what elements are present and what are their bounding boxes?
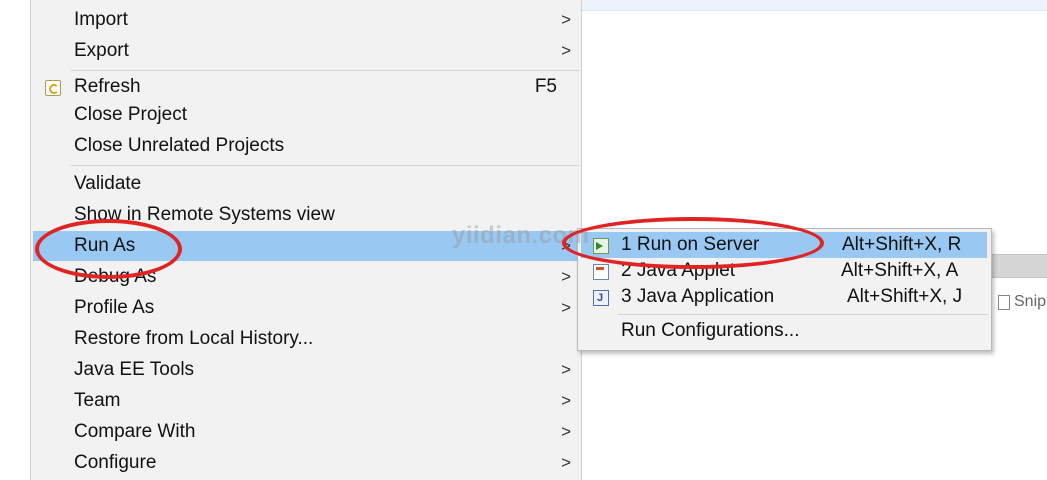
annotation-circle-run-on-server xyxy=(562,217,824,269)
chevron-right-icon: > xyxy=(561,298,571,317)
menu-item-label: Validate xyxy=(74,173,142,194)
chevron-right-icon: > xyxy=(561,267,571,286)
menu-item-shortcut: F5 xyxy=(534,76,557,97)
menu-item-label: Refresh xyxy=(74,76,141,97)
submenu-item-shortcut: Alt+Shift+X, R xyxy=(842,234,962,255)
chevron-right-icon: > xyxy=(561,360,571,379)
menu-item-label: Configure xyxy=(74,452,157,473)
java-application-icon xyxy=(593,285,609,311)
menu-item-compare-with[interactable]: Compare With > xyxy=(31,417,581,447)
refresh-icon xyxy=(45,80,61,96)
menu-item-export[interactable]: Export > xyxy=(31,36,581,66)
menu-item-label: Close Unrelated Projects xyxy=(74,135,285,156)
menu-item-label: Export xyxy=(74,40,129,61)
java-applet-icon xyxy=(593,264,609,280)
snippets-tab-label: Snip xyxy=(1014,293,1047,310)
submenu-item-run-configurations[interactable]: Run Configurations... xyxy=(578,318,991,344)
menu-separator xyxy=(71,165,579,166)
menu-item-label: Import xyxy=(74,9,128,30)
menu-item-label: Compare With xyxy=(74,421,196,442)
menu-item-label: Java EE Tools xyxy=(74,359,195,380)
menu-item-label: Close Project xyxy=(74,104,187,125)
menu-separator xyxy=(71,70,579,71)
submenu-item-shortcut: Alt+Shift+X, J xyxy=(847,286,963,307)
annotation-circle-run-as xyxy=(35,219,182,279)
menu-item-configure[interactable]: Configure > xyxy=(31,448,581,478)
menu-item-close-unrelated-projects[interactable]: Close Unrelated Projects xyxy=(31,131,581,161)
editor-header-strip xyxy=(580,0,1047,11)
chevron-right-icon: > xyxy=(561,391,571,410)
menu-item-team[interactable]: Team > xyxy=(31,386,581,416)
menu-item-validate[interactable]: Validate xyxy=(31,169,581,199)
chevron-right-icon: > xyxy=(561,453,571,472)
menu-item-label: Profile As xyxy=(74,297,155,318)
submenu-separator xyxy=(618,314,988,315)
menu-item-label: Restore from Local History... xyxy=(74,328,314,349)
submenu-item-label: Run Configurations... xyxy=(621,320,800,341)
chevron-right-icon: > xyxy=(561,10,571,29)
chevron-right-icon: > xyxy=(561,422,571,441)
view-toolbar-strip xyxy=(990,254,1047,278)
menu-item-profile-as[interactable]: Profile As > xyxy=(31,293,581,323)
document-icon xyxy=(998,294,1010,310)
submenu-item-shortcut: Alt+Shift+X, A xyxy=(841,260,959,281)
snippets-tab[interactable]: Snip xyxy=(998,293,1046,311)
submenu-item-java-application[interactable]: 3 Java Application Alt+Shift+X, J xyxy=(578,284,991,311)
menu-item-java-ee-tools[interactable]: Java EE Tools > xyxy=(31,355,581,385)
menu-item-label: Team xyxy=(74,390,121,411)
chevron-right-icon: > xyxy=(561,41,571,60)
menu-item-import[interactable]: Import > xyxy=(31,5,581,35)
submenu-item-label: 3 Java Application xyxy=(621,286,775,307)
menu-item-refresh[interactable]: Refresh F5 xyxy=(31,72,581,102)
workspace-left-edge xyxy=(0,0,30,478)
menu-item-restore-local-history[interactable]: Restore from Local History... xyxy=(31,324,581,354)
menu-item-close-project[interactable]: Close Project xyxy=(31,100,581,130)
